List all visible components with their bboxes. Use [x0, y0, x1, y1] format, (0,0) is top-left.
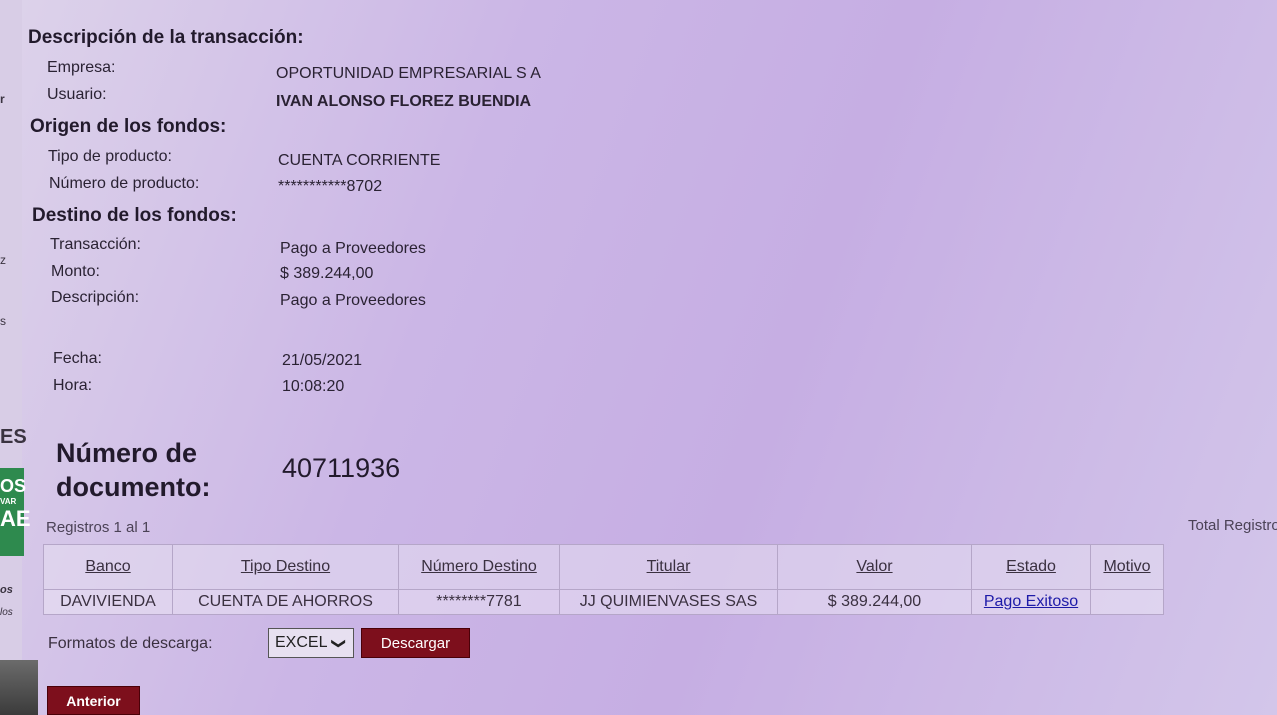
anterior-button[interactable]: Anterior — [47, 686, 140, 715]
chevron-down-icon: ❯ — [331, 637, 348, 649]
column-header-estado[interactable]: Estado — [971, 544, 1091, 590]
side-image — [0, 660, 38, 715]
hora-label: Hora: — [53, 377, 93, 394]
column-header-tipo-destino[interactable]: Tipo Destino — [172, 544, 399, 590]
section-title-transaccion: Descripción de la transacción: — [28, 27, 304, 48]
descripcion-value: Pago a Proveedores — [280, 292, 426, 309]
table-header-row: Banco Tipo Destino Número Destino Titula… — [43, 544, 1164, 590]
numero-producto-value: ***********8702 — [278, 178, 383, 195]
usuario-label: Usuario: — [47, 86, 107, 103]
left-fragment-text: os — [0, 584, 13, 596]
cell-motivo — [1090, 589, 1164, 615]
transaccion-value: Pago a Proveedores — [280, 240, 426, 257]
descargar-button[interactable]: Descargar — [361, 628, 470, 658]
cell-titular: JJ QUIMIENVASES SAS — [559, 589, 778, 615]
left-fragment-text: s — [0, 314, 6, 328]
usuario-value: IVAN ALONSO FLOREZ BUENDIA — [276, 93, 532, 110]
total-registros: Total Registro — [1188, 517, 1277, 534]
empresa-label: Empresa: — [47, 59, 116, 76]
left-fragment-text: ES — [0, 426, 27, 448]
empresa-value: OPORTUNIDAD EMPRESARIAL S A — [276, 65, 541, 82]
format-select-value: EXCEL — [275, 634, 328, 651]
documento-label: Número de documento: — [56, 438, 211, 502]
transaccion-label: Transacción: — [50, 236, 141, 253]
column-header-motivo[interactable]: Motivo — [1090, 544, 1164, 590]
section-title-origen: Origen de los fondos: — [30, 116, 227, 137]
numero-producto-label: Número de producto: — [49, 175, 200, 192]
documento-value: 40711936 — [282, 453, 401, 483]
column-header-banco[interactable]: Banco — [43, 544, 173, 590]
side-banner-text: OS — [0, 476, 27, 496]
section-title-destino: Destino de los fondos: — [32, 205, 237, 226]
left-fragment-text: los — [0, 607, 13, 618]
table-row: DAVIVIENDA CUENTA DE AHORROS ********778… — [43, 589, 1164, 615]
monto-label: Monto: — [51, 263, 100, 280]
cell-valor: $ 389.244,00 — [777, 589, 972, 615]
side-banner[interactable]: OS VAR AE — [0, 468, 31, 556]
cell-tipo-destino: CUENTA DE AHORROS — [172, 589, 399, 615]
column-header-numero-destino[interactable]: Número Destino — [398, 544, 560, 590]
formatos-label: Formatos de descarga: — [48, 635, 213, 652]
left-fragment-text: r — [0, 92, 5, 106]
left-fragment-text: z — [0, 253, 6, 267]
cell-estado: Pago Exitoso — [971, 589, 1091, 615]
hora-value: 10:08:20 — [282, 378, 345, 395]
cell-numero-destino: ********7781 — [398, 589, 560, 615]
registros-count: Registros 1 al 1 — [46, 519, 151, 536]
fecha-value: 21/05/2021 — [282, 352, 363, 369]
tipo-producto-label: Tipo de producto: — [48, 148, 172, 165]
fecha-label: Fecha: — [53, 350, 102, 367]
descripcion-label: Descripción: — [51, 289, 140, 306]
format-select[interactable]: EXCEL ❯ — [268, 628, 354, 658]
side-banner-text: VAR — [0, 497, 17, 506]
left-edge-fragment: r z s ES OS VAR AE os los — [0, 0, 38, 715]
results-table: Banco Tipo Destino Número Destino Titula… — [43, 544, 1164, 615]
tipo-producto-value: CUENTA CORRIENTE — [278, 152, 441, 169]
monto-value: $ 389.244,00 — [280, 265, 374, 282]
estado-link[interactable]: Pago Exitoso — [984, 593, 1078, 610]
side-banner-text: AE — [0, 506, 31, 531]
column-header-titular[interactable]: Titular — [559, 544, 778, 590]
cell-banco: DAVIVIENDA — [43, 589, 173, 615]
column-header-valor[interactable]: Valor — [777, 544, 972, 590]
